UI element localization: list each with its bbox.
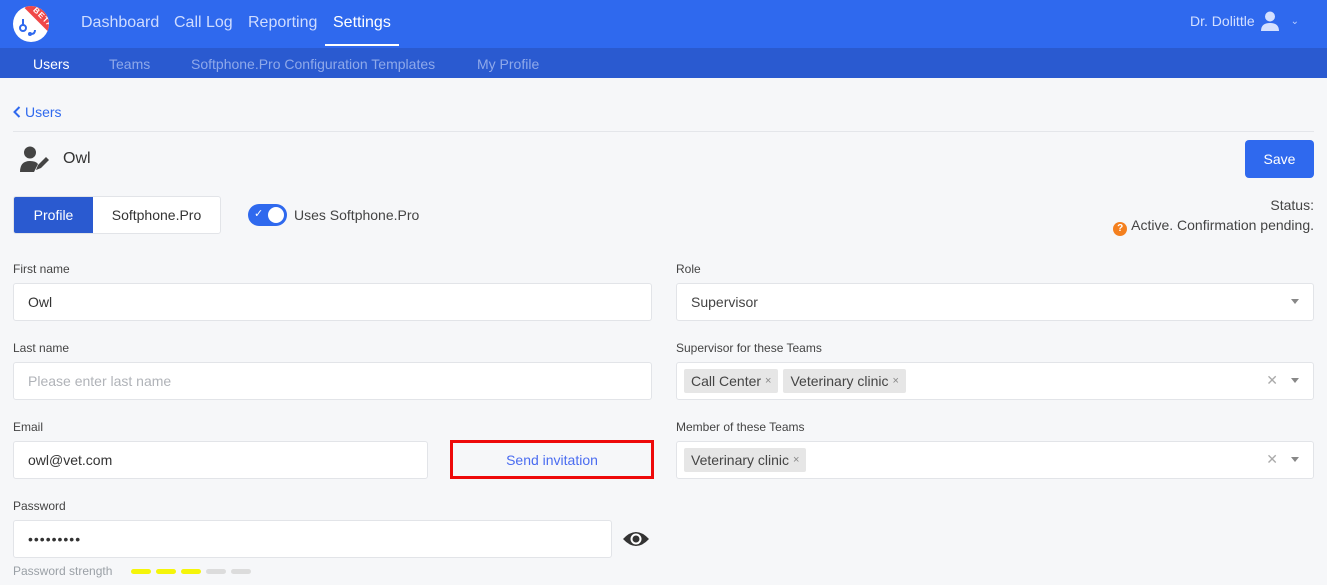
email-label: Email: [13, 420, 44, 434]
show-password-eye-icon[interactable]: [622, 529, 650, 549]
team-chip: Veterinary clinic ×: [684, 448, 807, 472]
user-name-title: Owl: [63, 150, 91, 167]
user-avatar-icon: [1260, 11, 1279, 31]
check-icon: ✓: [254, 208, 264, 220]
toggle-label: Uses Softphone.Pro: [294, 207, 420, 223]
clear-icon[interactable]: ✕: [1266, 451, 1278, 468]
member-teams-select[interactable]: Veterinary clinic × ✕: [676, 441, 1314, 479]
subnav-config-templates[interactable]: Softphone.Pro Configuration Templates: [191, 56, 435, 72]
tab-softphone-pro[interactable]: Softphone.Pro: [93, 197, 220, 233]
supervisor-teams-select[interactable]: Call Center × Veterinary clinic × ✕: [676, 362, 1314, 400]
question-circle-icon: ?: [1113, 222, 1128, 236]
role-label: Role: [676, 262, 701, 276]
nav-dashboard[interactable]: Dashboard: [81, 14, 159, 32]
tab-profile[interactable]: Profile: [14, 197, 93, 233]
save-button[interactable]: Save: [1245, 140, 1314, 178]
supervisor-teams-label: Supervisor for these Teams: [676, 341, 822, 355]
team-chip: Call Center ×: [684, 369, 779, 393]
strength-bar: [231, 568, 252, 574]
subnav-my-profile[interactable]: My Profile: [477, 56, 539, 72]
role-value: Supervisor: [691, 294, 758, 310]
nav-call-log[interactable]: Call Log: [174, 14, 233, 32]
profile-tabs: Profile Softphone.Pro: [13, 196, 221, 234]
chip-label: Veterinary clinic: [691, 452, 790, 468]
user-name: Dr. Dolittle: [1190, 13, 1255, 29]
subnav-teams[interactable]: Teams: [109, 56, 150, 72]
clear-icon[interactable]: ✕: [1266, 372, 1278, 389]
uses-softphone-toggle[interactable]: ✓: [248, 204, 287, 226]
team-chip: Veterinary clinic ×: [783, 369, 906, 393]
chip-label: Veterinary clinic: [790, 373, 889, 389]
divider: [13, 131, 1314, 132]
nav-settings[interactable]: Settings: [333, 14, 391, 32]
status-panel: Status: ? Active. Confirmation pending.: [1113, 195, 1314, 236]
remove-chip-icon[interactable]: ×: [765, 375, 771, 387]
strength-bar: [156, 568, 177, 574]
strength-bar: [131, 568, 152, 574]
strength-bar: [181, 568, 202, 574]
back-label: Users: [25, 104, 62, 120]
page-title: Owl: [20, 146, 91, 172]
toggle-knob: [268, 207, 284, 223]
subnav-users[interactable]: Users: [33, 56, 70, 72]
strength-bar: [206, 568, 227, 574]
password-strength-label: Password strength: [13, 564, 113, 578]
first-name-label: First name: [13, 262, 70, 276]
last-name-input[interactable]: [13, 362, 652, 400]
settings-subnav: Users Teams Softphone.Pro Configuration …: [0, 48, 1327, 78]
nav-reporting[interactable]: Reporting: [248, 14, 317, 32]
caret-down-icon: [1291, 299, 1299, 304]
password-strength-meter: [131, 568, 252, 574]
active-nav-indicator: [325, 44, 399, 46]
password-strength: Password strength: [13, 564, 252, 578]
remove-chip-icon[interactable]: ×: [793, 454, 799, 466]
user-edit-icon: [20, 146, 49, 172]
chevron-down-icon: ⌄: [1290, 15, 1299, 27]
chevron-left-icon: [13, 106, 21, 118]
password-label: Password: [13, 499, 66, 513]
user-menu[interactable]: Dr. Dolittle ⌄: [1190, 11, 1299, 31]
caret-down-icon: [1291, 457, 1299, 462]
top-navbar: BETA Dashboard Call Log Reporting Settin…: [0, 0, 1327, 48]
email-input[interactable]: [13, 441, 428, 479]
status-value: Active. Confirmation pending.: [1131, 217, 1314, 233]
uses-softphone-toggle-group: ✓ Uses Softphone.Pro: [248, 204, 419, 226]
chip-label: Call Center: [691, 373, 762, 389]
password-input[interactable]: •••••••••: [13, 520, 612, 558]
status-label: Status:: [1270, 197, 1314, 213]
last-name-label: Last name: [13, 341, 70, 355]
caret-down-icon: [1291, 378, 1299, 383]
member-teams-label: Member of these Teams: [676, 420, 805, 434]
back-to-users-link[interactable]: Users: [13, 104, 62, 120]
remove-chip-icon[interactable]: ×: [893, 375, 899, 387]
app-logo[interactable]: BETA: [13, 6, 49, 42]
send-invitation-button[interactable]: Send invitation: [450, 440, 654, 479]
role-select[interactable]: Supervisor: [676, 283, 1314, 321]
first-name-input[interactable]: [13, 283, 652, 321]
